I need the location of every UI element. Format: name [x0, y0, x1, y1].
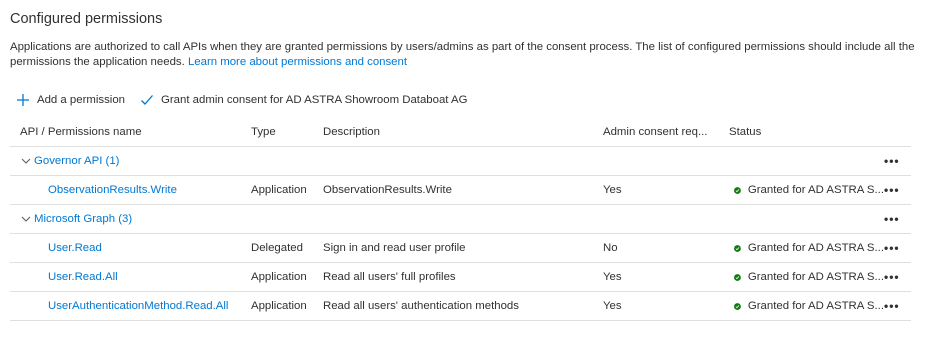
column-header-type[interactable]: Type	[251, 117, 323, 147]
admin-consent-required: Yes	[603, 262, 729, 292]
section-description: Applications are authorized to call APIs…	[10, 40, 915, 70]
chevron-down-icon	[21, 216, 31, 222]
more-actions-button[interactable]: •••	[884, 241, 900, 255]
more-actions-button[interactable]: •••	[884, 299, 900, 313]
permission-name-link[interactable]: User.Read	[20, 242, 102, 254]
permission-name-link[interactable]: ObservationResults.Write	[20, 184, 177, 196]
status-text: Granted for AD ASTRA S...	[747, 271, 884, 283]
permission-type: Delegated	[251, 233, 323, 263]
granted-check-icon	[734, 302, 741, 310]
permission-row: User.Read.All Application Read all users' …	[10, 262, 911, 292]
more-actions-button[interactable]: •••	[884, 183, 900, 197]
admin-consent-required: No	[603, 233, 729, 263]
group-row: Governor API (1) •••	[10, 146, 911, 176]
permission-type: Application	[251, 291, 323, 321]
group-row: Microsoft Graph (3) •••	[10, 204, 911, 234]
status-cell: Granted for AD ASTRA S...	[729, 184, 884, 197]
permission-type: Application	[251, 262, 323, 292]
more-actions-button[interactable]: •••	[884, 154, 900, 168]
grant-admin-consent-label: Grant admin consent for AD ASTRA Showroo…	[161, 94, 468, 106]
admin-consent-required: Yes	[603, 291, 729, 321]
chevron-down-icon	[21, 158, 31, 164]
group-label: Governor API (1)	[34, 155, 120, 167]
plus-icon	[17, 94, 29, 106]
status-text: Granted for AD ASTRA S...	[747, 184, 884, 196]
permission-row: User.Read Delegated Sign in and read user …	[10, 233, 911, 263]
permission-description: Read all users' full profiles	[323, 262, 603, 292]
permission-name-link[interactable]: UserAuthenticationMethod.Read.All	[20, 300, 228, 312]
permission-row: ObservationResults.Write Application Obser…	[10, 175, 911, 205]
add-permission-button[interactable]: Add a permission	[16, 93, 125, 107]
learn-more-link[interactable]: Learn more about permissions and consent	[188, 56, 407, 68]
status-text: Granted for AD ASTRA S...	[747, 242, 884, 254]
description-text: Applications are authorized to call APIs…	[10, 41, 915, 68]
more-actions-button[interactable]: •••	[884, 270, 900, 284]
admin-consent-required: Yes	[603, 175, 729, 205]
permission-description: ObservationResults.Write	[323, 175, 603, 205]
status-cell: Granted for AD ASTRA S...	[729, 271, 884, 284]
group-toggle[interactable]: Microsoft Graph (3)	[20, 213, 884, 225]
permission-row: UserAuthenticationMethod.Read.All Applica…	[10, 291, 911, 321]
status-text: Granted for AD ASTRA S...	[747, 300, 884, 312]
permission-description: Sign in and read user profile	[323, 233, 603, 263]
column-header-admin-consent[interactable]: Admin consent req...	[603, 117, 729, 147]
group-toggle[interactable]: Governor API (1)	[20, 155, 884, 167]
permission-name-link[interactable]: User.Read.All	[20, 271, 118, 283]
add-permission-label: Add a permission	[37, 94, 126, 106]
permissions-table: API / Permissions name Type Description …	[10, 117, 911, 321]
page-title: Configured permissions	[10, 11, 163, 27]
permission-description: Read all users' authentication methods	[323, 291, 603, 321]
granted-check-icon	[734, 244, 741, 252]
column-header-description[interactable]: Description	[323, 117, 603, 147]
column-header-name[interactable]: API / Permissions name	[10, 117, 251, 147]
column-header-status[interactable]: Status	[729, 117, 884, 147]
granted-check-icon	[734, 186, 741, 194]
toolbar: Add a permission Grant admin consent for…	[16, 91, 467, 109]
more-actions-button[interactable]: •••	[884, 212, 900, 226]
status-cell: Granted for AD ASTRA S...	[729, 242, 884, 255]
grant-admin-consent-button[interactable]: Grant admin consent for AD ASTRA Showroo…	[140, 93, 467, 107]
granted-check-icon	[734, 273, 741, 281]
status-cell: Granted for AD ASTRA S...	[729, 300, 884, 313]
group-label: Microsoft Graph (3)	[34, 213, 133, 225]
table-header-row: API / Permissions name Type Description …	[10, 117, 911, 147]
checkmark-icon	[141, 95, 154, 105]
permission-type: Application	[251, 175, 323, 205]
